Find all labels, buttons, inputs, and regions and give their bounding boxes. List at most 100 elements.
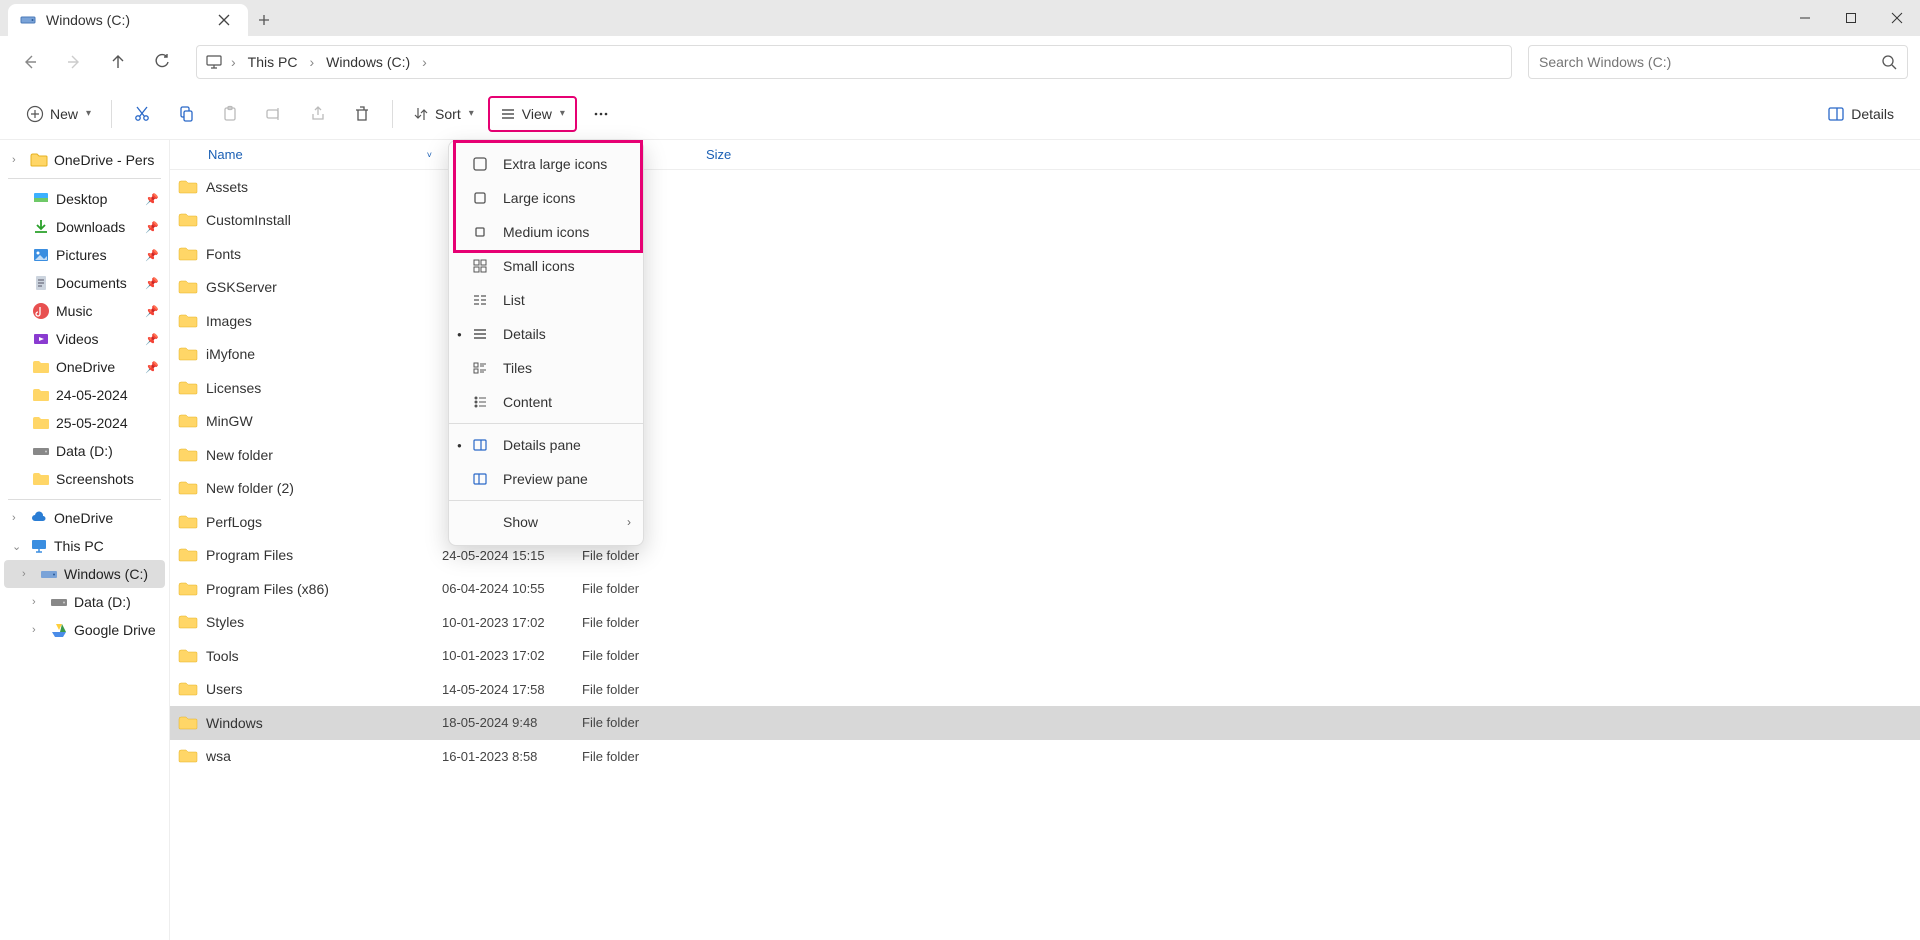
file-row[interactable]: Tools10-01-2023 17:02File folder: [170, 639, 1920, 673]
sidebar-item-label: Screenshots: [56, 471, 134, 487]
back-button[interactable]: [12, 44, 48, 80]
more-button[interactable]: [581, 96, 621, 132]
scissors-icon: [133, 105, 151, 123]
title-bar: Windows (C:): [0, 0, 1920, 36]
pin-icon: 📌: [145, 361, 159, 374]
paste-button[interactable]: [210, 96, 250, 132]
close-window-button[interactable]: [1874, 0, 1920, 36]
sort-caret-icon: ˅: [427, 150, 432, 160]
forward-button[interactable]: [56, 44, 92, 80]
sidebar-item-screenshots[interactable]: Screenshots: [0, 465, 169, 493]
tab-close-button[interactable]: [212, 8, 236, 32]
cut-button[interactable]: [122, 96, 162, 132]
file-row[interactable]: MinGW: [170, 405, 1920, 439]
sidebar-item-music[interactable]: Music📌: [0, 297, 169, 325]
file-row[interactable]: PerfLogs: [170, 505, 1920, 539]
sidebar-item-onedrive[interactable]: ›OneDrive: [0, 504, 169, 532]
breadcrumb-windows-c[interactable]: Windows (C:): [322, 52, 414, 72]
sidebar-item-google-drive[interactable]: ›Google Drive: [0, 616, 169, 644]
sidebar-item-desktop[interactable]: Desktop📌: [0, 185, 169, 213]
refresh-button[interactable]: [144, 44, 180, 80]
file-row[interactable]: Fonts: [170, 237, 1920, 271]
sidebar-item-this-pc[interactable]: ⌄This PC: [0, 532, 169, 560]
view-option-details-pane[interactable]: ●Details pane: [449, 428, 643, 462]
sort-button[interactable]: Sort ▾: [403, 96, 484, 132]
view-option-details[interactable]: ●Details: [449, 317, 643, 351]
delete-button[interactable]: [342, 96, 382, 132]
file-name: Users: [206, 681, 243, 697]
folder-icon: [178, 313, 198, 329]
view-option-content[interactable]: Content: [449, 385, 643, 419]
address-bar[interactable]: › This PC › Windows (C:) ›: [196, 45, 1512, 79]
folder-icon: [32, 414, 50, 432]
sidebar-item-pictures[interactable]: Pictures📌: [0, 241, 169, 269]
sidebar-item-windows-c[interactable]: ›Windows (C:): [4, 560, 165, 588]
view-option-tiles[interactable]: Tiles: [449, 351, 643, 385]
file-row[interactable]: Styles10-01-2023 17:02File folder: [170, 606, 1920, 640]
file-list-panel: Name ˅ Size AssetsCustomInstallFontsGSKSe…: [170, 140, 1920, 940]
window-controls: [1782, 0, 1920, 36]
picture-icon: [32, 246, 50, 264]
file-row[interactable]: Program Files24-05-2024 15:15File folder: [170, 539, 1920, 573]
view-option-show[interactable]: Show›: [449, 505, 643, 539]
sidebar-item-date1[interactable]: 24-05-2024: [0, 381, 169, 409]
up-button[interactable]: [100, 44, 136, 80]
pin-icon: 📌: [145, 333, 159, 346]
details-label: Details: [1851, 106, 1894, 122]
maximize-button[interactable]: [1828, 0, 1874, 36]
column-name-label: Name: [208, 147, 243, 162]
column-size-label: Size: [706, 147, 731, 162]
window-tab[interactable]: Windows (C:): [8, 4, 248, 36]
search-input[interactable]: [1539, 54, 1881, 70]
view-option-small[interactable]: Small icons: [449, 249, 643, 283]
share-button[interactable]: [298, 96, 338, 132]
sidebar-item-date2[interactable]: 25-05-2024: [0, 409, 169, 437]
file-row[interactable]: New folder: [170, 438, 1920, 472]
menu-label: Preview pane: [503, 471, 588, 487]
file-row[interactable]: CustomInstall: [170, 204, 1920, 238]
view-option-preview-pane[interactable]: Preview pane: [449, 462, 643, 496]
file-name: New folder (2): [206, 480, 294, 496]
file-row[interactable]: Program Files (x86)06-04-2024 10:55File …: [170, 572, 1920, 606]
command-bar: New ▾ Sort ▾ View ▾ Details: [0, 88, 1920, 140]
file-row[interactable]: Windows18-05-2024 9:48File folder: [170, 706, 1920, 740]
list-icon: [471, 292, 489, 308]
file-row[interactable]: Licenses: [170, 371, 1920, 405]
view-option-medium[interactable]: Medium icons: [449, 215, 643, 249]
menu-separator: [449, 423, 643, 424]
chevron-right-icon: ›: [12, 154, 24, 166]
file-row[interactable]: Assets: [170, 170, 1920, 204]
new-tab-button[interactable]: [248, 4, 280, 36]
details-pane-button[interactable]: Details: [1817, 96, 1904, 132]
sidebar-item-videos[interactable]: Videos📌: [0, 325, 169, 353]
sidebar-item-downloads[interactable]: Downloads📌: [0, 213, 169, 241]
file-row[interactable]: GSKServer: [170, 271, 1920, 305]
search-box[interactable]: [1528, 45, 1908, 79]
sidebar-item-data-d-quick[interactable]: Data (D:): [0, 437, 169, 465]
file-row[interactable]: iMyfone: [170, 338, 1920, 372]
file-row[interactable]: Images: [170, 304, 1920, 338]
view-option-extra-large[interactable]: Extra large icons: [449, 147, 643, 181]
sidebar-item-documents[interactable]: Documents📌: [0, 269, 169, 297]
sidebar-item-onedrive-quick[interactable]: OneDrive📌: [0, 353, 169, 381]
file-row[interactable]: wsa16-01-2023 8:58File folder: [170, 740, 1920, 774]
close-icon: [1891, 12, 1903, 24]
file-row[interactable]: Users14-05-2024 17:58File folder: [170, 673, 1920, 707]
breadcrumb-this-pc[interactable]: This PC: [244, 52, 302, 72]
copy-button[interactable]: [166, 96, 206, 132]
details-pane-icon: [1827, 105, 1845, 123]
file-row[interactable]: New folder (2): [170, 472, 1920, 506]
minimize-button[interactable]: [1782, 0, 1828, 36]
sm-icons-icon: [471, 258, 489, 274]
list-icon: [500, 106, 516, 122]
sidebar-item-onedrive-personal[interactable]: ›OneDrive - Pers: [0, 146, 169, 174]
view-option-list[interactable]: List: [449, 283, 643, 317]
column-header-size[interactable]: Size: [706, 147, 786, 162]
rename-button[interactable]: [254, 96, 294, 132]
column-header-name[interactable]: Name ˅: [170, 147, 442, 162]
file-name: Program Files (x86): [206, 581, 329, 597]
new-button[interactable]: New ▾: [16, 96, 101, 132]
sidebar-item-data-d[interactable]: ›Data (D:): [0, 588, 169, 616]
view-button[interactable]: View ▾: [488, 96, 577, 132]
view-option-large[interactable]: Large icons: [449, 181, 643, 215]
